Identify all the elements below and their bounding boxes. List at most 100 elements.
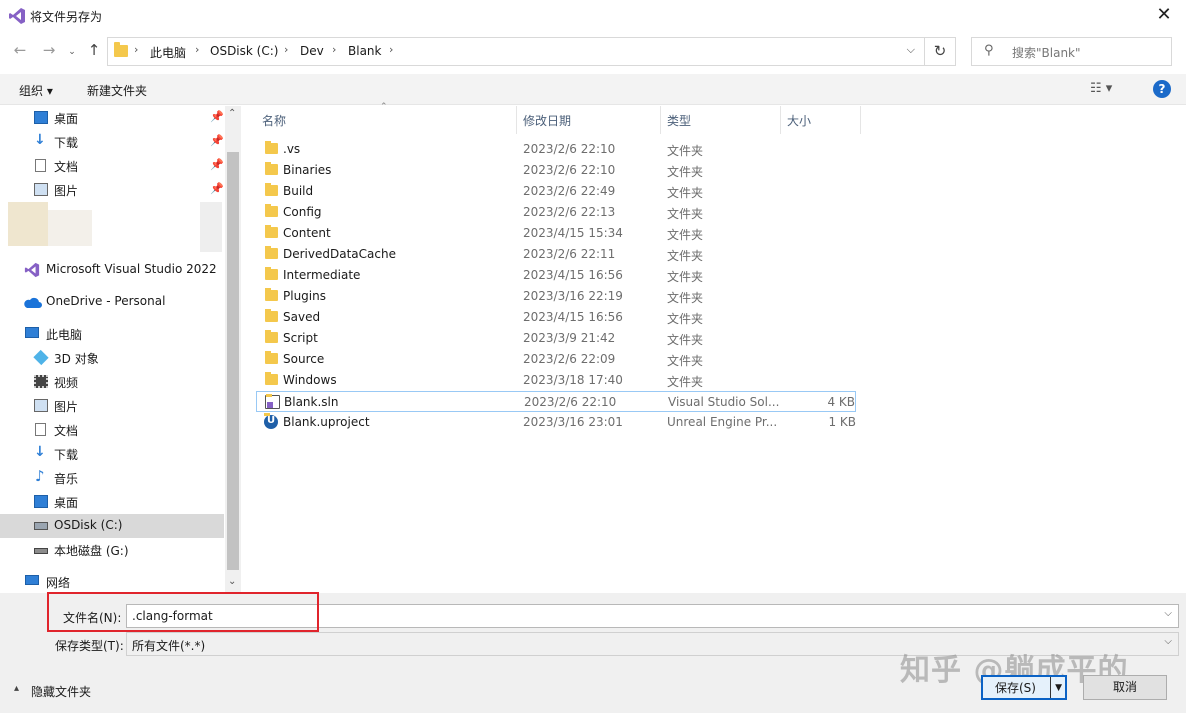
folder-icon [265, 330, 278, 343]
nav-visual-studio[interactable]: Microsoft Visual Studio 2022 [0, 258, 224, 282]
breadcrumb-osdisk[interactable]: OSDisk (C:) [210, 44, 278, 58]
nav-pc-documents[interactable]: 文档 [0, 418, 224, 442]
nav-pc-3d-objects[interactable]: 3D 对象 [0, 346, 224, 370]
column-header-size[interactable]: 大小 [787, 112, 811, 134]
breadcrumb-this-pc[interactable]: 此电脑 [150, 44, 186, 61]
breadcrumb-blank[interactable]: Blank [348, 44, 381, 58]
column-header-date[interactable]: 修改日期 [523, 112, 571, 134]
file-row[interactable]: Source 2023/2/6 22:09 文件夹 [256, 349, 856, 370]
file-date: 2023/4/15 16:56 [523, 310, 623, 324]
column-header-type[interactable]: 类型 [667, 112, 691, 134]
file-row[interactable]: Binaries 2023/2/6 22:10 文件夹 [256, 160, 856, 181]
forward-arrow-icon[interactable]: → [38, 39, 60, 61]
file-row[interactable]: Windows 2023/3/18 17:40 文件夹 [256, 370, 856, 391]
file-row[interactable]: Config 2023/2/6 22:13 文件夹 [256, 202, 856, 223]
folder-icon [265, 351, 278, 364]
column-divider[interactable] [780, 106, 781, 134]
folder-icon [265, 162, 278, 175]
file-row[interactable]: Blank.sln 2023/2/6 22:10 Visual Studio Sol… [256, 391, 856, 412]
scroll-up-icon[interactable]: ⌃ [228, 108, 236, 119]
close-icon[interactable]: ✕ [1152, 4, 1176, 28]
scrollbar-thumb[interactable] [227, 152, 239, 570]
column-divider[interactable] [860, 106, 861, 134]
search-box[interactable]: ⚲ 搜索"Blank" [971, 37, 1172, 66]
new-folder-button[interactable]: 新建文件夹 [87, 82, 147, 99]
drive-g-icon [34, 548, 48, 554]
back-arrow-icon[interactable]: ← [9, 39, 31, 61]
dropdown-arrow-icon[interactable]: ▼ [1055, 677, 1062, 700]
file-size: 1 KB [828, 415, 856, 429]
pin-icon[interactable]: 📌 [210, 134, 224, 147]
chevron-right-icon[interactable]: › [134, 43, 138, 56]
nav-this-pc[interactable]: 此电脑 [0, 322, 224, 346]
nav-label: 图片 [54, 400, 79, 414]
file-date: 2023/4/15 15:34 [523, 226, 623, 240]
3d-objects-icon [33, 349, 49, 366]
organize-menu[interactable]: 组织 ▾ [19, 82, 53, 99]
up-arrow-icon[interactable]: ↑ [83, 39, 105, 61]
nav-pc-osdisk[interactable]: OSDisk (C:) [0, 514, 224, 538]
column-divider[interactable] [660, 106, 661, 134]
address-bar[interactable]: › 此电脑 › OSDisk (C:) › Dev › Blank › ⌵ ↻ [107, 37, 956, 66]
file-row[interactable]: Plugins 2023/3/16 22:19 文件夹 [256, 286, 856, 307]
file-row[interactable]: DerivedDataCache 2023/2/6 22:11 文件夹 [256, 244, 856, 265]
download-icon: ↓ [34, 132, 46, 148]
folder-icon [265, 141, 278, 154]
save-button[interactable]: 保存(S) ▼ [981, 675, 1067, 700]
pin-icon[interactable]: 📌 [210, 158, 224, 171]
nav-network[interactable]: 网络 [0, 570, 224, 594]
file-type: 文件夹 [667, 207, 704, 221]
nav-quick-desktop[interactable]: 桌面 📌 [0, 106, 224, 130]
nav-onedrive[interactable]: OneDrive - Personal [0, 290, 224, 314]
chevron-right-icon[interactable]: › [195, 43, 199, 56]
nav-quick-documents[interactable]: 文档 📌 [0, 154, 224, 178]
file-date: 2023/4/15 16:56 [523, 268, 623, 282]
pin-icon[interactable]: 📌 [210, 110, 224, 123]
refresh-icon[interactable]: ↻ [924, 38, 955, 65]
file-row[interactable]: Build 2023/2/6 22:49 文件夹 [256, 181, 856, 202]
file-name: Build [283, 184, 314, 198]
chevron-right-icon[interactable]: › [332, 43, 336, 56]
view-options-icon[interactable]: ☷ ▾ [1090, 81, 1112, 96]
nav-pc-drive-g[interactable]: 本地磁盘 (G:) [0, 538, 224, 562]
nav-scrollbar[interactable]: ⌃ ⌄ [225, 106, 241, 592]
file-row[interactable]: U Blank.uproject 2023/3/16 23:01 Unreal Eng… [256, 412, 856, 433]
address-dropdown-icon[interactable]: ⌵ [907, 43, 915, 57]
chevron-down-icon[interactable]: ⌵ [1164, 636, 1172, 647]
nav-pc-music[interactable]: ♪ 音乐 [0, 466, 224, 490]
nav-pc-downloads[interactable]: ↓ 下载 [0, 442, 224, 466]
scroll-down-icon[interactable]: ⌄ [228, 576, 236, 587]
chevron-right-icon[interactable]: › [389, 43, 393, 56]
column-header-name[interactable]: 名称 [262, 112, 286, 134]
picture-icon [34, 399, 48, 412]
file-type: Visual Studio Sol... [668, 395, 780, 409]
breadcrumb-dev[interactable]: Dev [300, 44, 324, 58]
file-list: ⌃ 名称 修改日期 类型 大小 .vs 2023/2/6 22:10 文件夹 Bina… [242, 102, 1186, 592]
chevron-down-icon[interactable]: ⌵ [1164, 608, 1172, 619]
search-placeholder[interactable]: 搜索"Blank" [1012, 44, 1081, 61]
cancel-button[interactable]: 取消 [1083, 675, 1167, 700]
file-row[interactable]: Content 2023/4/15 15:34 文件夹 [256, 223, 856, 244]
help-icon[interactable]: ? [1153, 80, 1171, 98]
file-row[interactable]: Saved 2023/4/15 16:56 文件夹 [256, 307, 856, 328]
nav-label: 桌面 [54, 112, 79, 126]
column-divider[interactable] [516, 106, 517, 134]
file-type: 文件夹 [667, 354, 704, 368]
nav-quick-downloads[interactable]: ↓ 下载 📌 [0, 130, 224, 154]
nav-quick-pictures[interactable]: 图片 📌 [0, 178, 224, 202]
file-row[interactable]: Intermediate 2023/4/15 16:56 文件夹 [256, 265, 856, 286]
nav-pc-pictures[interactable]: 图片 [0, 394, 224, 418]
file-row[interactable]: Script 2023/3/9 21:42 文件夹 [256, 328, 856, 349]
nav-pc-videos[interactable]: 视频 [0, 370, 224, 394]
hide-folders-toggle[interactable]: 隐藏文件夹 [31, 683, 91, 700]
collapse-caret-icon[interactable]: ▴ [14, 683, 19, 694]
recent-locations-chevron-icon[interactable]: ⌄ [61, 41, 83, 63]
chevron-right-icon[interactable]: › [284, 43, 288, 56]
file-type: 文件夹 [667, 375, 704, 389]
nav-pc-desktop[interactable]: 桌面 [0, 490, 224, 514]
file-date: 2023/3/9 21:42 [523, 331, 616, 345]
file-row[interactable]: .vs 2023/2/6 22:10 文件夹 [256, 139, 856, 160]
pin-icon[interactable]: 📌 [210, 182, 224, 195]
picture-icon [34, 183, 48, 196]
save-label: 保存(S) [995, 681, 1036, 695]
